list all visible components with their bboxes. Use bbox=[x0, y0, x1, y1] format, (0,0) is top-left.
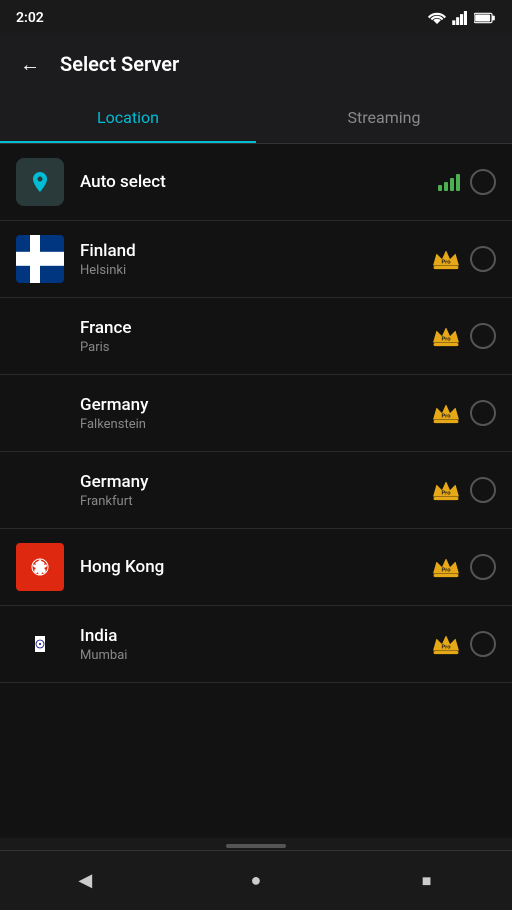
india-flag bbox=[16, 620, 64, 668]
india-name: India bbox=[80, 626, 432, 646]
server-item-france[interactable]: France Paris Pro bbox=[0, 298, 512, 375]
germany-falkenstein-radio[interactable] bbox=[470, 400, 496, 426]
svg-text:Pro: Pro bbox=[441, 337, 451, 343]
crown-icon-india: Pro bbox=[432, 633, 460, 655]
signal-icon bbox=[452, 11, 468, 25]
france-name: France bbox=[80, 318, 432, 338]
tabs: Location Streaming bbox=[0, 92, 512, 144]
auto-select-radio[interactable] bbox=[470, 169, 496, 195]
back-button[interactable]: ← bbox=[16, 48, 44, 81]
handle-bar bbox=[226, 844, 286, 848]
india-ashoka-wheel bbox=[35, 639, 45, 649]
hk-bauhinia-icon bbox=[24, 551, 56, 583]
nav-back-button[interactable]: ◀ bbox=[65, 861, 105, 901]
germany-frankfurt-radio[interactable] bbox=[470, 477, 496, 503]
hong-kong-info: Hong Kong bbox=[80, 557, 432, 577]
auto-select-right bbox=[438, 169, 496, 195]
server-item-germany-falkenstein[interactable]: Germany Falkenstein Pro bbox=[0, 375, 512, 452]
france-city: Paris bbox=[80, 340, 432, 355]
hong-kong-right: Pro bbox=[432, 554, 496, 580]
finland-info: Finland Helsinki bbox=[80, 241, 432, 278]
crown-icon-germany2: Pro bbox=[432, 479, 460, 501]
status-time: 2:02 bbox=[16, 10, 44, 26]
crown-icon: Pro bbox=[432, 248, 460, 270]
svg-text:Pro: Pro bbox=[441, 645, 451, 651]
finland-pro-badge: Pro bbox=[432, 248, 460, 270]
finland-radio[interactable] bbox=[470, 246, 496, 272]
auto-select-info: Auto select bbox=[80, 172, 438, 192]
india-pro-badge: Pro bbox=[432, 633, 460, 655]
wifi-icon bbox=[428, 11, 446, 25]
germany-falkenstein-right: Pro bbox=[432, 400, 496, 426]
india-city: Mumbai bbox=[80, 648, 432, 663]
server-item-auto[interactable]: Auto select bbox=[0, 144, 512, 221]
server-item-india[interactable]: India Mumbai Pro bbox=[0, 606, 512, 683]
bottom-nav: ◀ ● ■ bbox=[0, 850, 512, 910]
signal-bar-4 bbox=[456, 174, 460, 191]
germany-falkenstein-flag bbox=[16, 389, 64, 437]
finland-right: Pro bbox=[432, 246, 496, 272]
germany-falkenstein-name: Germany bbox=[80, 395, 432, 415]
bottom-handle bbox=[0, 838, 512, 850]
tab-streaming[interactable]: Streaming bbox=[256, 92, 512, 143]
status-bar: 2:02 bbox=[0, 0, 512, 36]
germany-frankfurt-flag bbox=[16, 466, 64, 514]
auto-select-icon bbox=[16, 158, 64, 206]
signal-bar-2 bbox=[444, 182, 448, 191]
signal-bars bbox=[438, 173, 460, 191]
finland-flag bbox=[16, 235, 64, 283]
nav-recent-button[interactable]: ■ bbox=[407, 861, 447, 901]
server-item-germany-frankfurt[interactable]: Germany Frankfurt Pro bbox=[0, 452, 512, 529]
finland-city: Helsinki bbox=[80, 263, 432, 278]
server-item-finland[interactable]: Finland Helsinki Pro bbox=[0, 221, 512, 298]
hong-kong-flag bbox=[16, 543, 64, 591]
server-item-hong-kong[interactable]: Hong Kong Pro bbox=[0, 529, 512, 606]
hong-kong-name: Hong Kong bbox=[80, 557, 432, 577]
svg-text:Pro: Pro bbox=[441, 491, 451, 497]
india-info: India Mumbai bbox=[80, 626, 432, 663]
auto-select-name: Auto select bbox=[80, 172, 438, 192]
svg-text:Pro: Pro bbox=[441, 260, 451, 266]
germany-falkenstein-info: Germany Falkenstein bbox=[80, 395, 432, 432]
france-pro-badge: Pro bbox=[432, 325, 460, 347]
hong-kong-radio[interactable] bbox=[470, 554, 496, 580]
svg-text:Pro: Pro bbox=[441, 414, 451, 420]
svg-text:Pro: Pro bbox=[441, 568, 451, 574]
germany-falkenstein-city: Falkenstein bbox=[80, 417, 432, 432]
germany-falkenstein-pro-badge: Pro bbox=[432, 402, 460, 424]
status-icons bbox=[428, 11, 496, 25]
germany-frankfurt-pro-badge: Pro bbox=[432, 479, 460, 501]
india-right: Pro bbox=[432, 631, 496, 657]
tab-location[interactable]: Location bbox=[0, 92, 256, 143]
crown-icon-france: Pro bbox=[432, 325, 460, 347]
server-list: Auto select Finland Helsinki Pro bbox=[0, 144, 512, 838]
germany-frankfurt-right: Pro bbox=[432, 477, 496, 503]
germany-frankfurt-info: Germany Frankfurt bbox=[80, 472, 432, 509]
crown-icon-hk: Pro bbox=[432, 556, 460, 578]
nav-home-button[interactable]: ● bbox=[236, 861, 276, 901]
battery-icon bbox=[474, 12, 496, 24]
hong-kong-pro-badge: Pro bbox=[432, 556, 460, 578]
france-right: Pro bbox=[432, 323, 496, 349]
germany-frankfurt-city: Frankfurt bbox=[80, 494, 432, 509]
india-radio[interactable] bbox=[470, 631, 496, 657]
finland-name: Finland bbox=[80, 241, 432, 261]
header-title: Select Server bbox=[60, 52, 179, 76]
crown-icon-germany1: Pro bbox=[432, 402, 460, 424]
signal-bar-3 bbox=[450, 178, 454, 191]
france-flag bbox=[16, 312, 64, 360]
signal-bar-1 bbox=[438, 185, 442, 191]
germany-frankfurt-name: Germany bbox=[80, 472, 432, 492]
france-info: France Paris bbox=[80, 318, 432, 355]
header: ← Select Server bbox=[0, 36, 512, 92]
france-radio[interactable] bbox=[470, 323, 496, 349]
